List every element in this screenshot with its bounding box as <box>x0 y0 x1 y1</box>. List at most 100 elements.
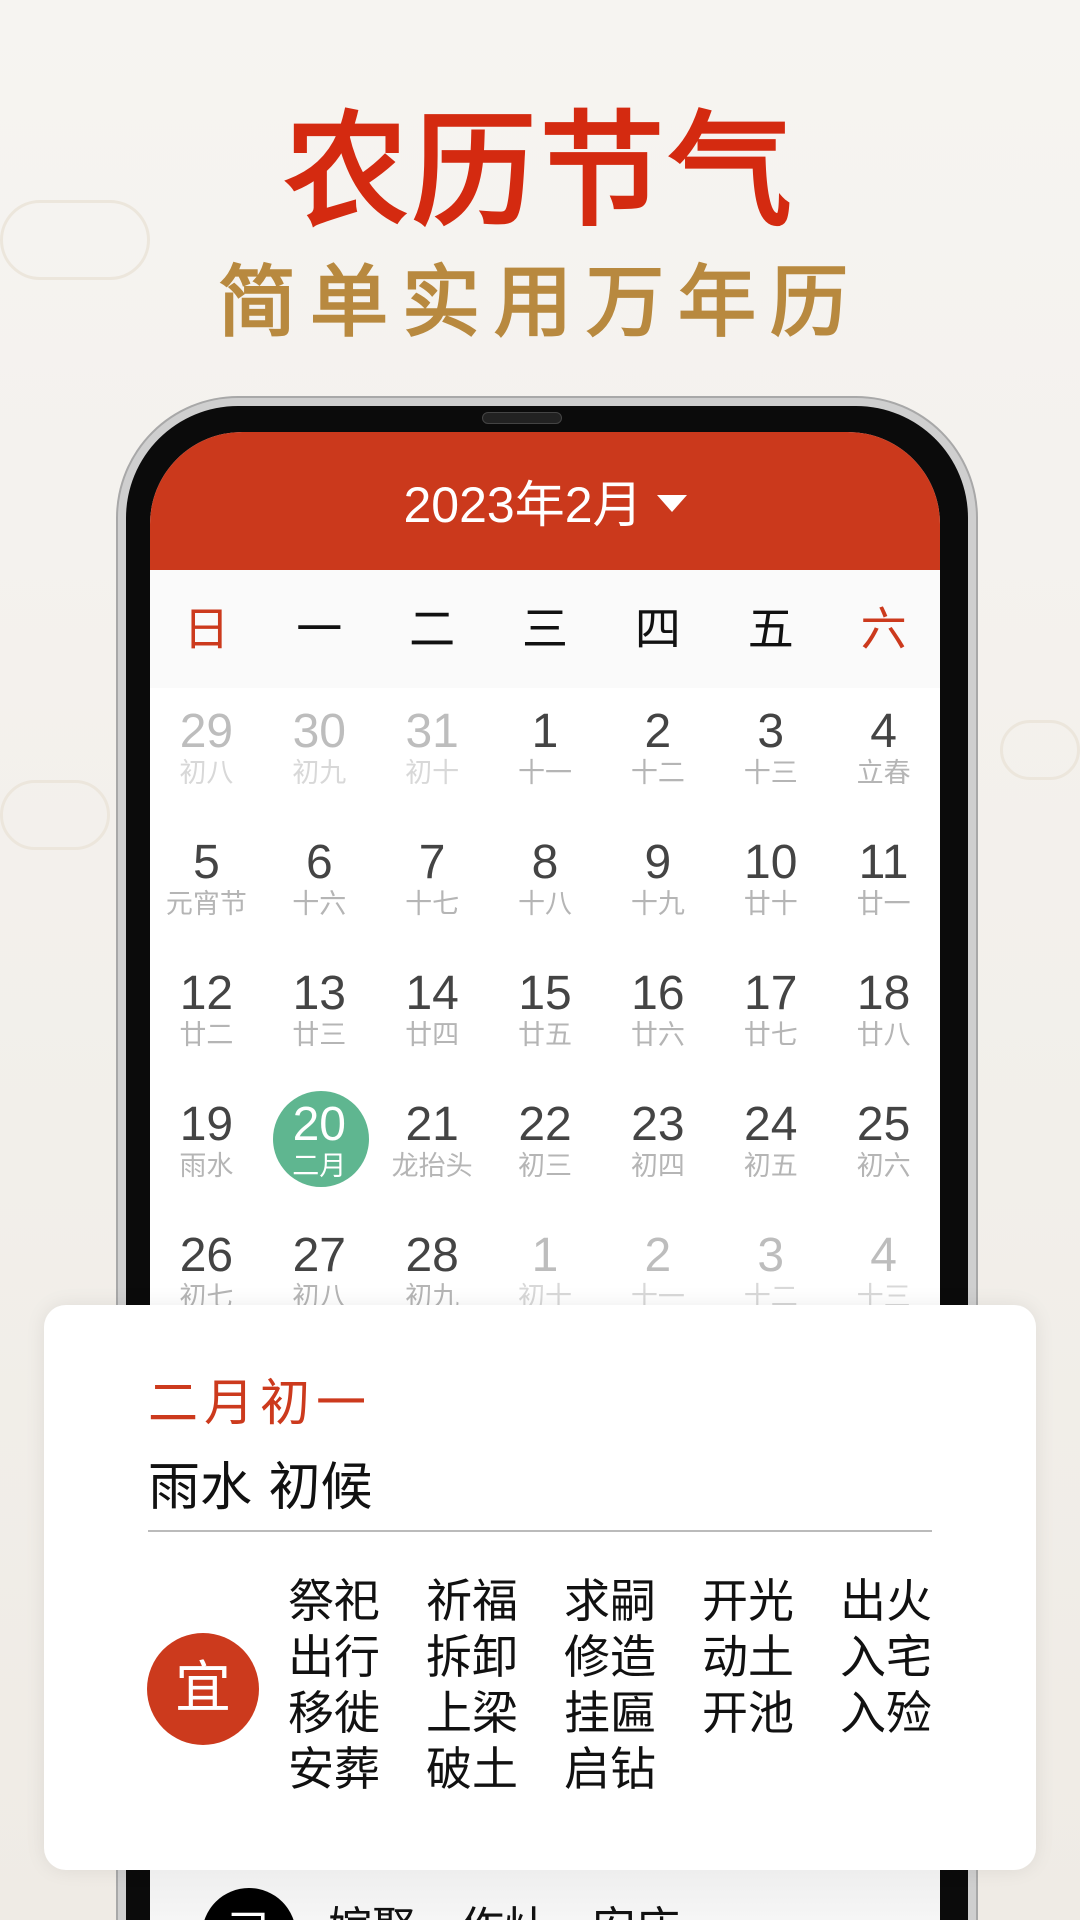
solar-day-number: 30 <box>292 705 346 758</box>
yi-item: 入宅 <box>840 1630 932 1684</box>
yi-item: 入殓 <box>840 1686 932 1740</box>
calendar-day[interactable]: 24 初五 <box>714 1081 827 1212</box>
yi-item: 动土 <box>702 1630 794 1684</box>
weekday-label: 五 <box>747 602 794 656</box>
solar-day-number: 14 <box>405 967 459 1020</box>
caret-down-icon <box>656 494 687 512</box>
lunar-day-label: 初八 <box>179 758 234 789</box>
lunar-day-label: 立春 <box>856 758 911 789</box>
weekday-label: 二 <box>409 602 456 656</box>
calendar-grid: 29 初八 30 初九 31 初十 1 十一 2 十二 3 十三 4 立春 5 元宵节 6 十六 7 十七 8 十八 9 十九… <box>150 688 940 1343</box>
solar-day-number: 16 <box>631 967 685 1020</box>
calendar-day[interactable]: 10 廿十 <box>714 819 827 950</box>
yi-item: 拆卸 <box>426 1630 518 1684</box>
yi-item: 挂匾 <box>564 1686 656 1740</box>
calendar-day[interactable]: 2 十二 <box>601 688 714 819</box>
solar-day-number: 2 <box>644 705 672 758</box>
calendar-day[interactable]: 22 初三 <box>489 1081 602 1212</box>
calendar-day[interactable]: 16 廿六 <box>601 950 714 1081</box>
lunar-day-label: 十八 <box>518 889 572 920</box>
calendar-day[interactable]: 29 初八 <box>150 688 263 819</box>
calendar-week-row: 29 初八 30 初九 31 初十 1 十一 2 十二 3 十三 4 立春 <box>150 688 940 819</box>
solar-day-number: 3 <box>757 705 785 758</box>
calendar-day[interactable]: 1 十一 <box>489 688 602 819</box>
calendar-day[interactable]: 19 雨水 <box>150 1081 263 1212</box>
solar-day-number: 28 <box>405 1229 459 1282</box>
calendar-day[interactable]: 14 廿四 <box>376 950 489 1081</box>
yi-item: 开光 <box>702 1574 794 1628</box>
calendar-day[interactable]: 15 廿五 <box>489 950 602 1081</box>
solar-day-number: 12 <box>179 967 234 1020</box>
yi-item: 启钻 <box>564 1742 656 1796</box>
cloud-decoration <box>1000 720 1080 780</box>
calendar-day[interactable]: 12 廿二 <box>150 950 263 1081</box>
yi-items: 祭祀 祈福 求嗣 开光 出火 出行 拆卸 修造 动土 入宅 移徙 上梁 挂匾 开池 入殓 安葬 破土 启钻 <box>288 1573 978 1797</box>
calendar-day[interactable]: 4 立春 <box>827 688 940 819</box>
calendar-day[interactable]: 17 廿七 <box>714 950 827 1081</box>
solar-day-number: 15 <box>518 967 572 1020</box>
lunar-day-label: 廿二 <box>179 1020 234 1051</box>
lunar-day-label: 十一 <box>518 758 572 789</box>
solar-day-number: 20 <box>292 1098 346 1151</box>
lunar-day-label: 廿十 <box>743 889 798 920</box>
lunar-day-label: 廿五 <box>518 1020 572 1051</box>
calendar-day[interactable]: 13 廿三 <box>263 950 376 1081</box>
divider <box>148 1530 932 1532</box>
calendar-day[interactable]: 21 龙抬头 <box>376 1081 489 1212</box>
lunar-day-label: 廿三 <box>292 1020 347 1051</box>
solar-day-number: 10 <box>744 836 798 889</box>
calendar-day[interactable]: 9 十九 <box>601 819 714 950</box>
lunar-day-label: 初九 <box>292 758 347 789</box>
calendar-day[interactable]: 31 初十 <box>376 688 489 819</box>
yi-item: 出行 <box>288 1630 380 1684</box>
solar-day-number: 11 <box>858 836 909 889</box>
solar-term: 雨水 初候 <box>148 1458 373 1518</box>
calendar-day[interactable]: 5 元宵节 <box>150 819 263 950</box>
lunar-day-label: 初三 <box>518 1151 572 1182</box>
solar-day-number: 25 <box>856 1098 911 1151</box>
yi-badge: 宜 <box>147 1633 259 1745</box>
solar-day-number: 18 <box>856 967 911 1020</box>
lunar-day-label: 初四 <box>630 1151 685 1182</box>
day-detail-card: 二月初一 雨水 初候 宜 祭祀 祈福 求嗣 开光 出火 出行 拆卸 修造 动土 入宅 移徙 上梁 挂匾开… <box>44 1305 1036 1870</box>
solar-day-number: 29 <box>179 705 234 758</box>
calendar-day[interactable]: 11 廿一 <box>827 819 940 950</box>
lunar-day-label: 十二 <box>630 758 685 789</box>
calendar-day[interactable]: 23 初四 <box>601 1081 714 1212</box>
calendar-day[interactable]: 25 初六 <box>827 1081 940 1212</box>
calendar-day[interactable]: 30 初九 <box>263 688 376 819</box>
solar-day-number: 26 <box>179 1229 234 1282</box>
lunar-day-label: 十九 <box>630 889 685 920</box>
ji-section: 忌 嫁娶 作灶 安床 <box>150 1870 940 1920</box>
month-label: 2023年2月 <box>403 477 643 533</box>
solar-day-number: 23 <box>631 1098 685 1151</box>
solar-day-number: 13 <box>292 967 346 1020</box>
lunar-day-label: 初五 <box>743 1151 798 1182</box>
lunar-day-label: 初六 <box>856 1151 911 1182</box>
calendar-day[interactable]: 7 十七 <box>376 819 489 950</box>
month-selector[interactable]: 2023年2月 <box>150 432 940 570</box>
yi-item: 祈福 <box>426 1574 518 1628</box>
solar-day-number: 6 <box>305 836 333 889</box>
yi-item: 破土 <box>426 1742 518 1796</box>
yi-item: 开池 <box>702 1686 794 1740</box>
weekday-label: 三 <box>522 602 568 656</box>
calendar-day-selected[interactable]: 20 二月 <box>263 1081 376 1212</box>
yi-item: 祭祀 <box>288 1574 380 1628</box>
lunar-day-label: 雨水 <box>179 1151 234 1182</box>
solar-day-number: 8 <box>531 836 559 889</box>
lunar-day-label: 廿八 <box>856 1020 911 1051</box>
ji-badge: 忌 <box>202 1888 296 1920</box>
yi-item: 上梁 <box>426 1686 518 1740</box>
solar-day-number: 4 <box>870 1229 897 1282</box>
calendar-day[interactable]: 18 廿八 <box>827 950 940 1081</box>
calendar-day[interactable]: 6 十六 <box>263 819 376 950</box>
yi-item: 出火 <box>840 1574 932 1628</box>
calendar-day[interactable]: 3 十三 <box>714 688 827 819</box>
calendar-day[interactable]: 8 十八 <box>489 819 602 950</box>
solar-day-number: 9 <box>644 836 672 889</box>
cloud-decoration <box>0 780 110 850</box>
yi-item: 移徙 <box>288 1686 380 1740</box>
hero-title: 农历节气 <box>283 99 796 244</box>
solar-day-number: 4 <box>870 705 897 758</box>
